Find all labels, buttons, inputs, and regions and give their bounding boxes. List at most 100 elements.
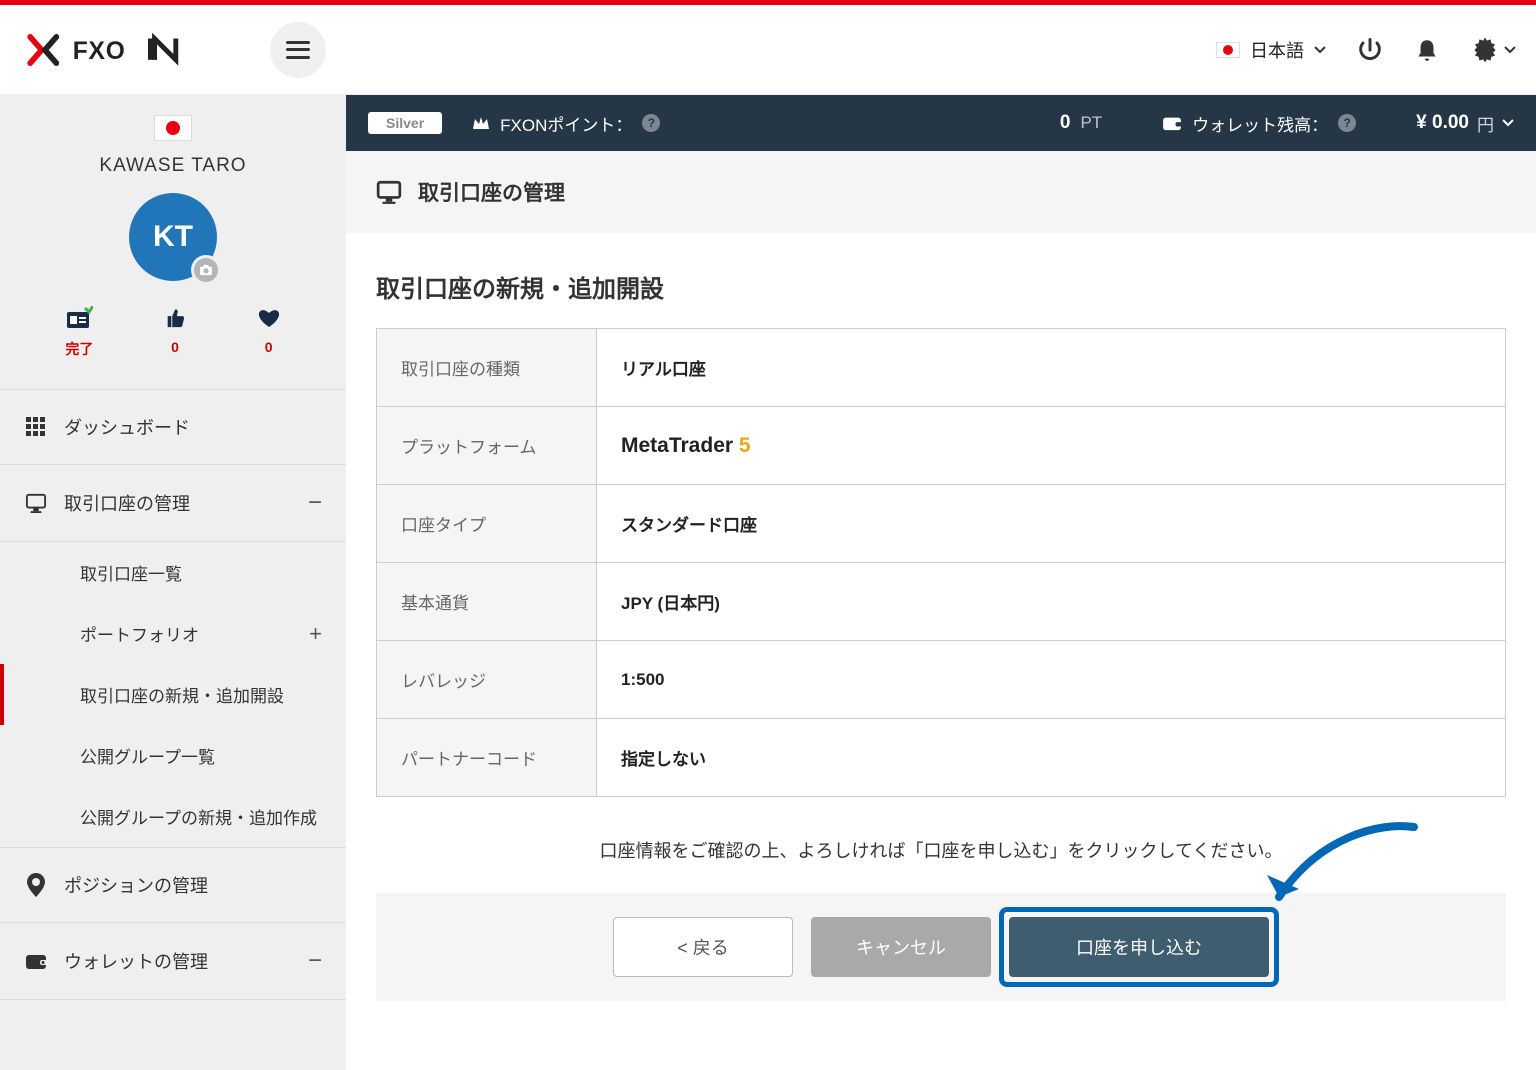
- sidebar-item-label: 取引口座の新規・追加開設: [80, 687, 284, 706]
- profile-name: KAWASE TARO: [0, 155, 346, 177]
- wallet-icon: [24, 952, 48, 970]
- row-account-kind: 口座タイプ スタンダード口座: [377, 485, 1506, 563]
- sidebar-item-label: ポジションの管理: [64, 872, 208, 898]
- gear-icon: [1470, 35, 1500, 65]
- chevron-down-icon: [1504, 46, 1516, 54]
- chevron-down-icon[interactable]: [1502, 119, 1514, 127]
- sidebar-item-wallet-mgmt[interactable]: ウォレットの管理 −: [0, 923, 346, 1000]
- header: FXO 日本語: [0, 5, 1536, 95]
- heart-icon: [257, 307, 281, 329]
- stat-label: 完了: [65, 339, 93, 359]
- sidebar-nav: ダッシュボード 取引口座の管理 − 取引口座一覧 ポートフォリオ + 取引口座の: [0, 390, 346, 1000]
- value: MetaTrader 5: [597, 407, 1506, 485]
- stat-favorites[interactable]: 0: [257, 305, 281, 359]
- row-account-type: 取引口座の種類 リアル口座: [377, 329, 1506, 407]
- sidebar-item-label: 取引口座の管理: [64, 490, 190, 516]
- row-leverage: レバレッジ 1:500: [377, 641, 1506, 719]
- language-selector[interactable]: 日本語: [1216, 37, 1326, 63]
- currency-label: 円: [1477, 111, 1494, 136]
- value: スタンダード口座: [597, 485, 1506, 563]
- cancel-button[interactable]: キャンセル: [811, 917, 991, 977]
- label: レバレッジ: [377, 641, 597, 719]
- label: 口座タイプ: [377, 485, 597, 563]
- logo[interactable]: FXO: [20, 32, 240, 68]
- collapse-icon: −: [308, 489, 322, 517]
- notifications-button[interactable]: [1414, 36, 1440, 64]
- fxon-logo-icon: FXO: [20, 32, 240, 68]
- value: 指定しない: [597, 719, 1506, 797]
- menu-toggle-button[interactable]: [270, 22, 326, 78]
- sidebar-item-label: 公開グループの新規・追加作成: [80, 809, 317, 828]
- main-content: Silver FXONポイント： ? 0 PT ウォレット残高： ? ¥ 0.0…: [346, 95, 1536, 1070]
- sidebar-subitem-new-account[interactable]: 取引口座の新規・追加開設: [0, 664, 346, 725]
- wallet-icon: [1162, 115, 1182, 131]
- sidebar-item-label: 公開グループ一覧: [80, 748, 215, 767]
- tier-badge: Silver: [368, 112, 442, 134]
- sidebar-item-label: ポートフォリオ: [80, 626, 199, 645]
- points-label: FXONポイント：: [500, 111, 632, 136]
- crown-icon: [472, 115, 490, 131]
- camera-icon: [199, 264, 213, 276]
- profile-card: KAWASE TARO KT 完了: [0, 95, 346, 390]
- back-button[interactable]: < 戻る: [613, 917, 793, 977]
- wallet-display[interactable]: ウォレット残高： ?: [1162, 111, 1356, 136]
- callout-arrow-icon: [1259, 817, 1419, 937]
- sidebar-submenu: 取引口座一覧 ポートフォリオ + 取引口座の新規・追加開設 公開グループ一覧 公…: [0, 542, 346, 848]
- sidebar-subitem-public-groups-new[interactable]: 公開グループの新規・追加作成: [0, 786, 346, 847]
- points-unit: PT: [1080, 113, 1102, 133]
- pin-icon: [24, 873, 48, 897]
- page-title: 取引口座の管理: [418, 177, 565, 207]
- power-icon: [1356, 36, 1384, 64]
- status-bar: Silver FXONポイント： ? 0 PT ウォレット残高： ? ¥ 0.0…: [346, 95, 1536, 151]
- label: プラットフォーム: [377, 407, 597, 485]
- help-icon[interactable]: ?: [642, 114, 660, 132]
- help-icon[interactable]: ?: [1338, 114, 1356, 132]
- sidebar-subitem-portfolio[interactable]: ポートフォリオ +: [0, 603, 346, 664]
- label: パートナーコード: [377, 719, 597, 797]
- row-base-currency: 基本通貨 JPY (日本円): [377, 563, 1506, 641]
- label: 基本通貨: [377, 563, 597, 641]
- stat-likes[interactable]: 0: [164, 305, 186, 359]
- avatar-camera-button[interactable]: [191, 255, 221, 285]
- hamburger-icon: [286, 41, 310, 59]
- flag-jp-icon: [154, 115, 192, 141]
- id-card-icon: [65, 306, 93, 330]
- plus-icon: +: [309, 621, 322, 647]
- stat-label: 0: [265, 339, 273, 355]
- flag-jp-icon: [1216, 42, 1240, 58]
- row-partner-code: パートナーコード 指定しない: [377, 719, 1506, 797]
- bell-icon: [1414, 36, 1440, 64]
- sidebar-item-account-mgmt[interactable]: 取引口座の管理 −: [0, 465, 346, 542]
- thumbs-up-icon: [164, 307, 186, 329]
- sidebar-item-dashboard[interactable]: ダッシュボード: [0, 390, 346, 465]
- monitor-icon: [24, 493, 48, 513]
- wallet-balance: ¥ 0.00: [1416, 112, 1469, 134]
- collapse-icon: −: [308, 947, 322, 975]
- sidebar: KAWASE TARO KT 完了: [0, 95, 346, 1070]
- page-title-bar: 取引口座の管理: [346, 151, 1536, 233]
- sidebar-subitem-account-list[interactable]: 取引口座一覧: [0, 542, 346, 603]
- detail-table: 取引口座の種類 リアル口座 プラットフォーム MetaTrader 5 口座タイ…: [376, 328, 1506, 797]
- power-button[interactable]: [1356, 36, 1384, 64]
- sidebar-item-label: ダッシュボード: [64, 414, 190, 440]
- grid-icon: [24, 417, 48, 437]
- stat-verified[interactable]: 完了: [65, 305, 93, 359]
- row-platform: プラットフォーム MetaTrader 5: [377, 407, 1506, 485]
- stat-label: 0: [171, 339, 179, 355]
- sidebar-item-label: ウォレットの管理: [64, 948, 208, 974]
- points-value: 0: [1060, 112, 1071, 134]
- confirm-note: 口座情報をご確認の上、よろしければ「口座を申し込む」をクリックしてください。: [376, 837, 1506, 863]
- chevron-down-icon: [1314, 46, 1326, 54]
- value: リアル口座: [597, 329, 1506, 407]
- monitor-icon: [376, 180, 402, 204]
- value: 1:500: [597, 641, 1506, 719]
- label: 取引口座の種類: [377, 329, 597, 407]
- section-title: 取引口座の新規・追加開設: [376, 269, 1506, 304]
- sidebar-subitem-public-groups[interactable]: 公開グループ一覧: [0, 725, 346, 786]
- sidebar-item-position-mgmt[interactable]: ポジションの管理: [0, 848, 346, 923]
- points-display[interactable]: FXONポイント： ?: [472, 111, 660, 136]
- wallet-label: ウォレット残高：: [1192, 111, 1328, 136]
- settings-button[interactable]: [1470, 35, 1516, 65]
- sidebar-item-label: 取引口座一覧: [80, 565, 182, 584]
- submit-button[interactable]: 口座を申し込む: [1009, 917, 1269, 977]
